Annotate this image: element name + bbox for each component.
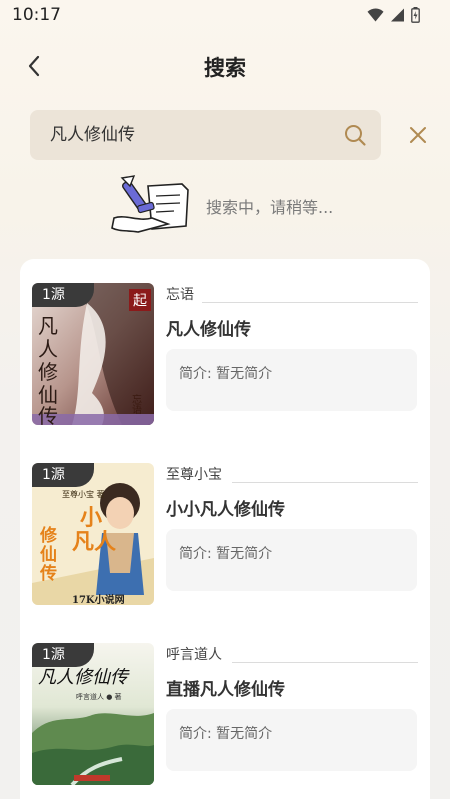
book-intro: 简介: 暂无简介 (179, 726, 273, 742)
source-badge: 1源 (32, 463, 94, 487)
search-box (30, 110, 381, 160)
battery-icon (411, 7, 420, 23)
svg-text:小: 小 (80, 505, 102, 531)
author-row: 忘语 (166, 283, 418, 305)
book-author: 至尊小宝 (166, 467, 222, 483)
status-bar: 10:17 (0, 0, 450, 30)
svg-text:人: 人 (38, 337, 58, 361)
status-time: 10:17 (12, 5, 61, 25)
source-badge: 1源 (32, 643, 94, 667)
book-cover: 至尊小宝 著 小 凡人 修 仙 传 17K小说网 1源 (32, 463, 154, 605)
list-item[interactable]: 凡人修仙传 呼言道人 ● 著 1源 呼言道人 直播凡人修仙传 简介: 暂无简介 (32, 643, 422, 788)
wifi-icon (367, 8, 384, 22)
svg-text:起: 起 (133, 293, 147, 309)
svg-text:凡: 凡 (38, 314, 58, 338)
svg-text:至尊小宝 著: 至尊小宝 著 (62, 489, 105, 499)
list-item[interactable]: 至尊小宝 著 小 凡人 修 仙 传 17K小说网 1源 至尊小宝 小小凡人修仙传… (32, 463, 422, 608)
book-intro: 简介: 暂无简介 (179, 366, 273, 382)
book-intro: 简介: 暂无简介 (179, 546, 273, 562)
cell-signal-icon (391, 8, 404, 22)
searching-illustration-icon (111, 175, 189, 233)
author-row: 呼言道人 (166, 643, 418, 665)
intro-box: 简介: 暂无简介 (166, 349, 417, 411)
book-title: 凡人修仙传 (166, 320, 251, 340)
svg-text:凡人修仙传: 凡人修仙传 (38, 667, 130, 688)
svg-text:凡人: 凡人 (72, 529, 116, 555)
list-item[interactable]: 起 忘 语 凡 人 修 仙 传 1源 忘语 凡人修仙传 简介: 暂无简介 (32, 283, 422, 428)
divider (202, 302, 418, 303)
author-row: 至尊小宝 (166, 463, 418, 485)
book-author: 忘语 (166, 287, 194, 303)
book-cover: 凡人修仙传 呼言道人 ● 著 1源 (32, 643, 154, 785)
intro-box: 简介: 暂无简介 (166, 529, 417, 591)
svg-text:修: 修 (38, 360, 58, 384)
svg-text:呼言道人 ● 著: 呼言道人 ● 著 (76, 692, 122, 701)
book-title: 小小凡人修仙传 (166, 500, 285, 520)
svg-text:传: 传 (39, 563, 57, 584)
svg-text:传: 传 (38, 404, 58, 425)
result-list: 起 忘 语 凡 人 修 仙 传 1源 忘语 凡人修仙传 简介: 暂无简介 至尊小… (20, 259, 430, 799)
book-title: 直播凡人修仙传 (166, 680, 285, 700)
book-cover: 起 忘 语 凡 人 修 仙 传 1源 (32, 283, 154, 425)
svg-text:仙: 仙 (40, 544, 57, 565)
searching-indicator: 搜索中，请稍等... (108, 172, 408, 236)
divider (232, 482, 418, 483)
status-icons (367, 7, 420, 23)
search-input[interactable] (50, 110, 320, 160)
svg-text:语: 语 (132, 404, 142, 416)
close-icon[interactable] (404, 121, 432, 149)
svg-text:修: 修 (39, 525, 58, 546)
search-icon[interactable] (343, 123, 367, 147)
divider (232, 662, 418, 663)
svg-text:17K小说网: 17K小说网 (72, 593, 125, 605)
intro-box: 简介: 暂无简介 (166, 709, 417, 771)
source-badge: 1源 (32, 283, 94, 307)
page-title: 搜索 (204, 56, 246, 80)
searching-text: 搜索中，请稍等... (206, 198, 334, 217)
header: 搜索 (0, 40, 450, 92)
book-author: 呼言道人 (166, 647, 222, 663)
